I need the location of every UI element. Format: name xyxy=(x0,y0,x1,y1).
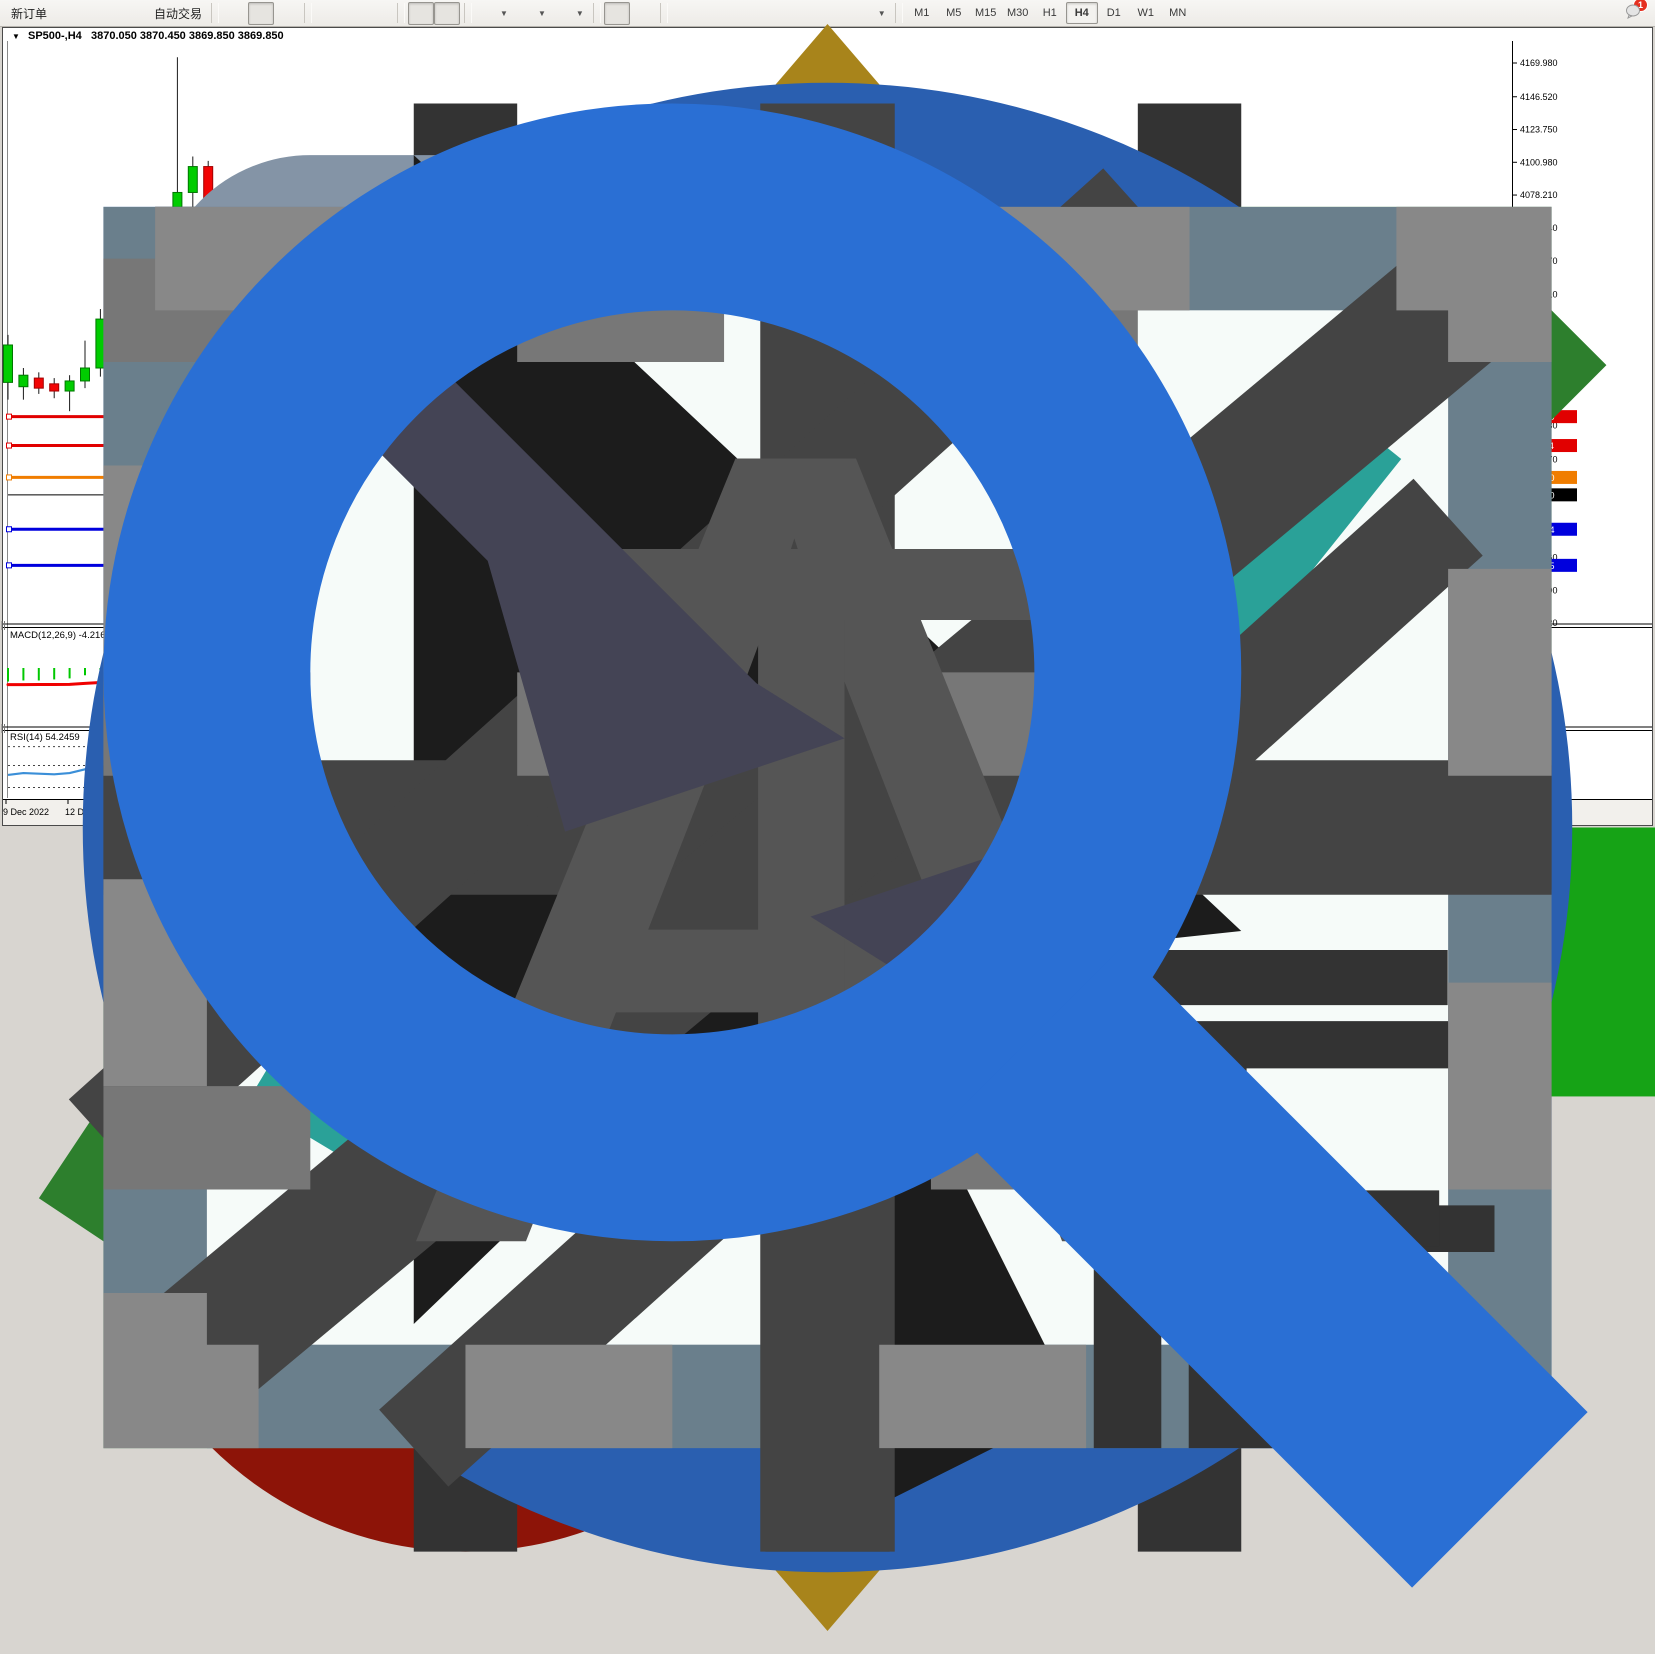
toolbar-right-group: 1 xyxy=(1601,3,1655,24)
chat-bubble-icon xyxy=(1625,3,1641,19)
search-icon[interactable] xyxy=(1601,5,1617,21)
main-toolbar: 新订单 自动交易 ▼ ▼ xyxy=(0,0,1655,27)
